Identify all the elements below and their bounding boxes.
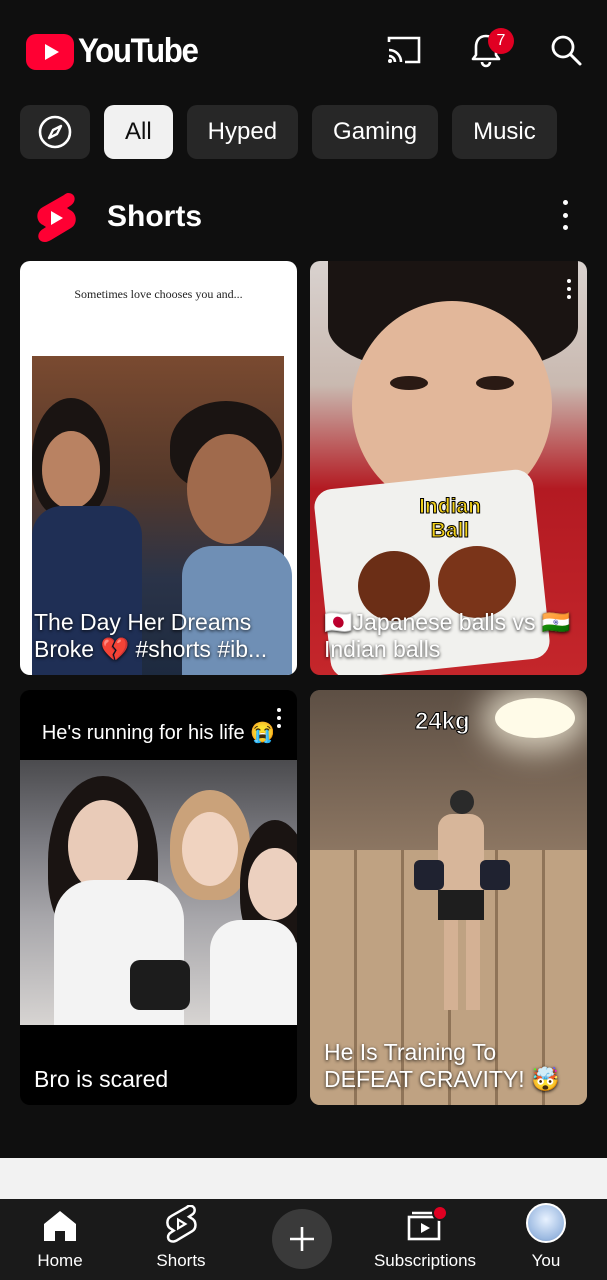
short-overlay-text: 24kg bbox=[415, 708, 471, 736]
nav-home[interactable]: Home bbox=[30, 1199, 90, 1280]
cast-icon-svg bbox=[387, 36, 421, 64]
short-card-2[interactable]: Indian Ball 🇯🇵Japanese balls vs 🇮🇳Indian… bbox=[310, 261, 587, 675]
chip-gaming[interactable]: Gaming bbox=[312, 105, 439, 159]
chip-music[interactable]: Music bbox=[452, 105, 557, 159]
short-card-3[interactable]: He's running for his life 😭 Bro is scare… bbox=[20, 690, 297, 1105]
search-icon bbox=[551, 35, 582, 66]
nav-shorts[interactable]: Shorts bbox=[150, 1199, 212, 1280]
short-thumbnail bbox=[20, 760, 297, 1025]
short-caption: 🇯🇵Japanese balls vs 🇮🇳Indian balls bbox=[324, 609, 571, 662]
shorts-logo-icon bbox=[37, 193, 76, 242]
app-name: YouTube bbox=[78, 32, 199, 70]
home-icon bbox=[44, 1211, 76, 1241]
short-caption: The Day Her Dreams Broke 💔 #shorts #ib..… bbox=[34, 609, 268, 662]
avatar bbox=[526, 1203, 566, 1243]
shorts-more-button[interactable] bbox=[560, 200, 570, 230]
shorts-icon bbox=[166, 1205, 197, 1243]
bottom-navigation: Home Shorts Subscriptions You bbox=[0, 1199, 607, 1280]
filter-chips: All Hyped Gaming Music bbox=[20, 105, 557, 159]
nav-shorts-label: Shorts bbox=[156, 1251, 206, 1270]
nav-you[interactable]: You bbox=[522, 1199, 570, 1280]
top-app-bar: YouTube 7 bbox=[0, 0, 607, 100]
cast-icon[interactable] bbox=[384, 30, 424, 70]
chip-all[interactable]: All bbox=[104, 105, 173, 159]
search-button[interactable] bbox=[546, 30, 586, 70]
plus-icon bbox=[290, 1227, 314, 1251]
new-content-dot bbox=[432, 1205, 448, 1221]
shorts-section-header: Shorts bbox=[34, 192, 584, 246]
youtube-logo[interactable]: YouTube bbox=[26, 32, 208, 71]
short-more-button[interactable] bbox=[567, 279, 573, 299]
short-caption: Bro is scared bbox=[34, 1066, 169, 1092]
short-overlay-text: Sometimes love chooses you and... bbox=[74, 287, 243, 301]
youtube-play-icon bbox=[26, 33, 74, 70]
explore-chip[interactable] bbox=[20, 105, 90, 159]
nav-subscriptions[interactable]: Subscriptions bbox=[370, 1199, 480, 1280]
chip-hyped[interactable]: Hyped bbox=[186, 105, 299, 159]
shorts-title: Shorts bbox=[107, 200, 203, 233]
short-overlay-text: He's running for his life 😭 bbox=[41, 722, 276, 744]
short-more-button[interactable] bbox=[277, 708, 283, 728]
short-card-1[interactable]: Sometimes love chooses you and... The Da… bbox=[20, 261, 297, 675]
nav-subscriptions-label: Subscriptions bbox=[373, 1251, 477, 1270]
content-divider bbox=[0, 1158, 607, 1200]
short-card-4[interactable]: 24kg He Is Training To DEFEAT GRAVITY! 🤯 bbox=[310, 690, 587, 1105]
compass-icon bbox=[38, 115, 72, 149]
nav-you-label: You bbox=[531, 1251, 561, 1270]
create-button[interactable] bbox=[272, 1209, 332, 1269]
notification-count-badge: 7 bbox=[488, 28, 514, 54]
notifications-button[interactable]: 7 bbox=[466, 28, 514, 70]
short-caption: He Is Training To DEFEAT GRAVITY! 🤯 bbox=[324, 1039, 560, 1092]
short-overlay-text: Indian Ball bbox=[419, 495, 482, 543]
nav-home-label: Home bbox=[37, 1251, 83, 1270]
